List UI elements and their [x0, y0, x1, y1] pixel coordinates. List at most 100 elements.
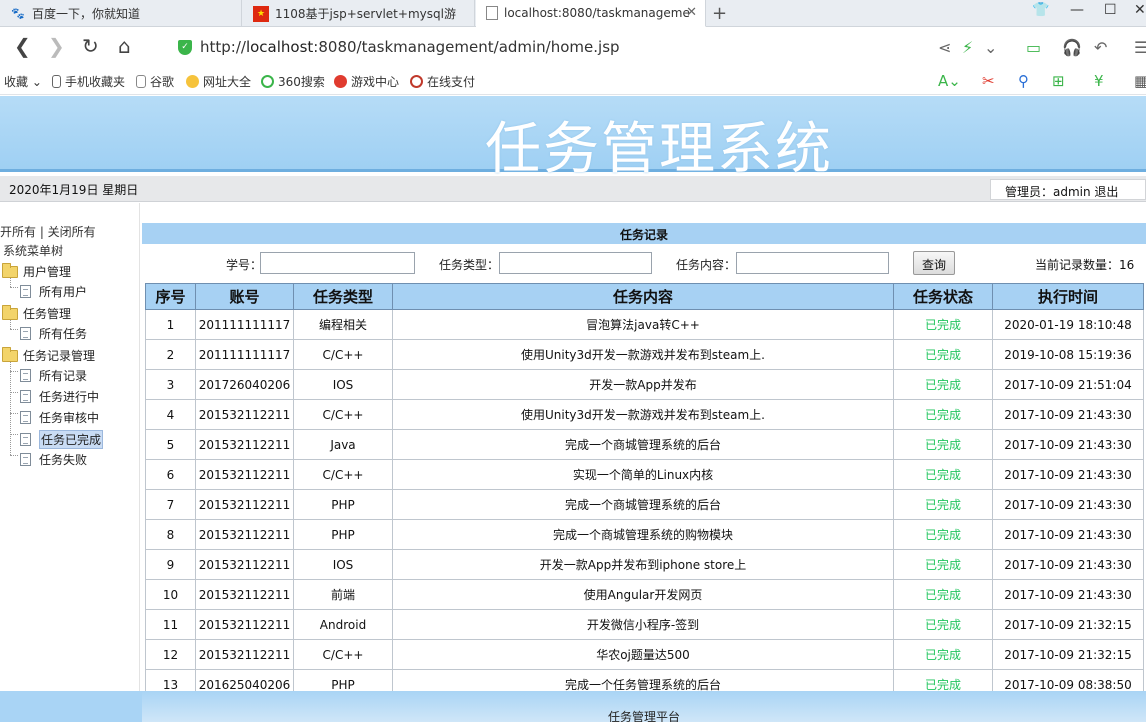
bookmark-360[interactable]: 360搜索 [261, 73, 325, 90]
home-icon[interactable]: ⌂ [118, 36, 131, 56]
close-window-icon[interactable]: ✕ [1134, 2, 1146, 18]
student-id-label: 学号： [226, 258, 263, 272]
grid-icon[interactable]: ▦ [1134, 72, 1146, 90]
table-row: 8 201532112211 PHP 完成一个商城管理系统的购物模块 已完成 2017-1… [145, 519, 1144, 550]
status-cell[interactable]: 已完成 [893, 369, 993, 400]
status-cell[interactable]: 已完成 [893, 339, 993, 370]
query-button[interactable]: 查询 [913, 251, 955, 275]
status-cell[interactable]: 已完成 [893, 609, 993, 640]
app-banner: 任务管理系统 [0, 96, 1146, 182]
task-content-cell: 开发一款App并发布 [392, 369, 894, 400]
student-id-input[interactable] [260, 252, 415, 274]
lightning-icon[interactable]: ⚡ [962, 38, 973, 57]
tree-item-failed[interactable]: 任务失败 [20, 451, 87, 468]
bookmark-payment[interactable]: 在线支付 [410, 73, 475, 90]
row-index: 6 [145, 459, 196, 490]
bookmarks-bar: 收藏 ⌄ 手机收藏夹 谷歌 网址大全 360搜索 游戏中心 在线支付 A⌄ ✂ … [0, 67, 1146, 95]
back-icon[interactable]: ❮ [14, 36, 31, 56]
undo-icon[interactable]: ↶ [1094, 38, 1107, 57]
status-cell[interactable]: 已完成 [893, 579, 993, 610]
account-cell: 201726040206 [195, 369, 294, 400]
headphones-icon[interactable]: 🎧 [1062, 38, 1082, 57]
status-cell[interactable]: 已完成 [893, 519, 993, 550]
page-icon [20, 390, 31, 403]
status-cell[interactable]: 已完成 [893, 399, 993, 430]
translate-icon[interactable]: A⌄ [938, 72, 961, 90]
task-type-input[interactable] [499, 252, 652, 274]
tree-toggle-links[interactable]: 开所有 | 关闭所有 [0, 223, 96, 240]
page-icon [136, 75, 146, 88]
task-content-cell: 完成一个商城管理系统的后台 [392, 429, 894, 460]
tree-connector [10, 329, 18, 330]
battery-icon[interactable]: ▭ [1026, 38, 1041, 57]
browser-tab-localhost[interactable]: localhost:8080/taskmanageme ✕ [476, 0, 706, 27]
status-cell[interactable]: 已完成 [893, 549, 993, 580]
tree-item-in-progress[interactable]: 任务进行中 [20, 388, 99, 405]
tree-item-all-tasks[interactable]: 所有任务 [20, 325, 87, 342]
time-cell: 2017-10-09 21:43:30 [992, 459, 1144, 490]
bookmark-favorites[interactable]: 收藏 ⌄ [4, 73, 42, 90]
time-cell: 2017-10-09 21:43:30 [992, 519, 1144, 550]
search-icon[interactable]: ⚲ [1018, 72, 1029, 90]
bookmark-google[interactable]: 谷歌 [136, 73, 174, 90]
tree-group-tasks[interactable]: 任务管理 [2, 304, 71, 322]
status-cell[interactable]: 已完成 [893, 639, 993, 670]
minimize-icon[interactable]: — [1070, 2, 1084, 18]
tree-connector [10, 455, 18, 456]
tree-item-completed[interactable]: 任务已完成 [20, 430, 104, 449]
tree-connector [10, 413, 18, 414]
gamepad-icon[interactable]: ⊞ [1052, 72, 1065, 90]
tree-group-users[interactable]: 用户管理 [2, 262, 71, 280]
table-row: 3 201726040206 IOS 开发一款App并发布 已完成 2017-10-09 … [145, 369, 1144, 400]
tree-item-all-records[interactable]: 所有记录 [20, 367, 87, 384]
bookmark-mobile[interactable]: 手机收藏夹 [52, 73, 125, 90]
scissors-icon[interactable]: ✂ [982, 72, 995, 90]
page-icon [20, 453, 31, 466]
status-cell[interactable]: 已完成 [893, 489, 993, 520]
status-cell[interactable]: 已完成 [893, 459, 993, 490]
skin-icon[interactable]: 👕 [1032, 2, 1049, 18]
status-cell[interactable]: 已完成 [893, 309, 993, 340]
account-cell: 201532112211 [195, 579, 294, 610]
search-bar: 学号： 任务类型： 任务内容： 查询 当前记录数量：16 [142, 246, 1146, 280]
new-tab-button[interactable]: + [712, 3, 727, 24]
bookmark-sites[interactable]: 网址大全 [186, 73, 251, 90]
tree-item-under-review[interactable]: 任务审核中 [20, 409, 99, 426]
tree-connector [10, 287, 18, 288]
table-row: 2 201111111117 C/C++ 使用Unity3d开发一款游戏并发布到ste… [145, 339, 1144, 370]
status-cell[interactable]: 已完成 [893, 429, 993, 460]
task-type-cell: IOS [293, 369, 393, 400]
admin-logout[interactable]: 管理员：admin 退出 [990, 179, 1146, 200]
account-cell: 201532112211 [195, 399, 294, 430]
tree-connector [10, 361, 11, 455]
china-flag-icon: ★ [253, 5, 269, 22]
task-content-input[interactable] [736, 252, 889, 274]
browser-tab-baidu[interactable]: 🐾 百度一下，你就知道 [0, 0, 242, 27]
task-content-cell: 实现一个简单的Linux内核 [392, 459, 894, 490]
phone-icon [52, 75, 61, 88]
page-icon [20, 327, 31, 340]
bookmark-games[interactable]: 游戏中心 [334, 73, 399, 90]
row-index: 1 [145, 309, 196, 340]
row-index: 11 [145, 609, 196, 640]
column-header: 任务内容 [392, 283, 894, 310]
chevron-down-icon[interactable]: ⌄ [984, 38, 997, 57]
time-cell: 2017-10-09 21:43:30 [992, 549, 1144, 580]
forward-icon[interactable]: ❯ [48, 36, 65, 56]
menu-icon[interactable]: ☰ [1134, 38, 1146, 57]
time-cell: 2017-10-09 21:43:30 [992, 489, 1144, 520]
footer-left [0, 691, 142, 722]
reload-icon[interactable]: ↻ [82, 36, 99, 56]
browser-tab-project[interactable]: ★ 1108基于jsp+servlet+mysql游 [243, 0, 475, 27]
address-bar[interactable]: ✓ http://localhost:8080/taskmanagement/a… [170, 34, 1000, 60]
url-text: http://localhost:8080/taskmanagement/adm… [200, 38, 620, 56]
maximize-icon[interactable]: ☐ [1104, 2, 1117, 18]
share-icon[interactable]: ⋖ [938, 38, 951, 57]
current-date: 2020年1月19日 星期日 [9, 183, 139, 197]
tree-group-records[interactable]: 任务记录管理 [2, 346, 95, 364]
yen-icon[interactable]: ¥ [1094, 72, 1104, 90]
close-tab-icon[interactable]: ✕ [686, 5, 697, 20]
row-index: 10 [145, 579, 196, 610]
tree-item-all-users[interactable]: 所有用户 [20, 283, 87, 300]
task-records-table: 序号 账号 任务类型 任务内容 任务状态 执行时间 1 201111111117 编… [145, 283, 1144, 700]
